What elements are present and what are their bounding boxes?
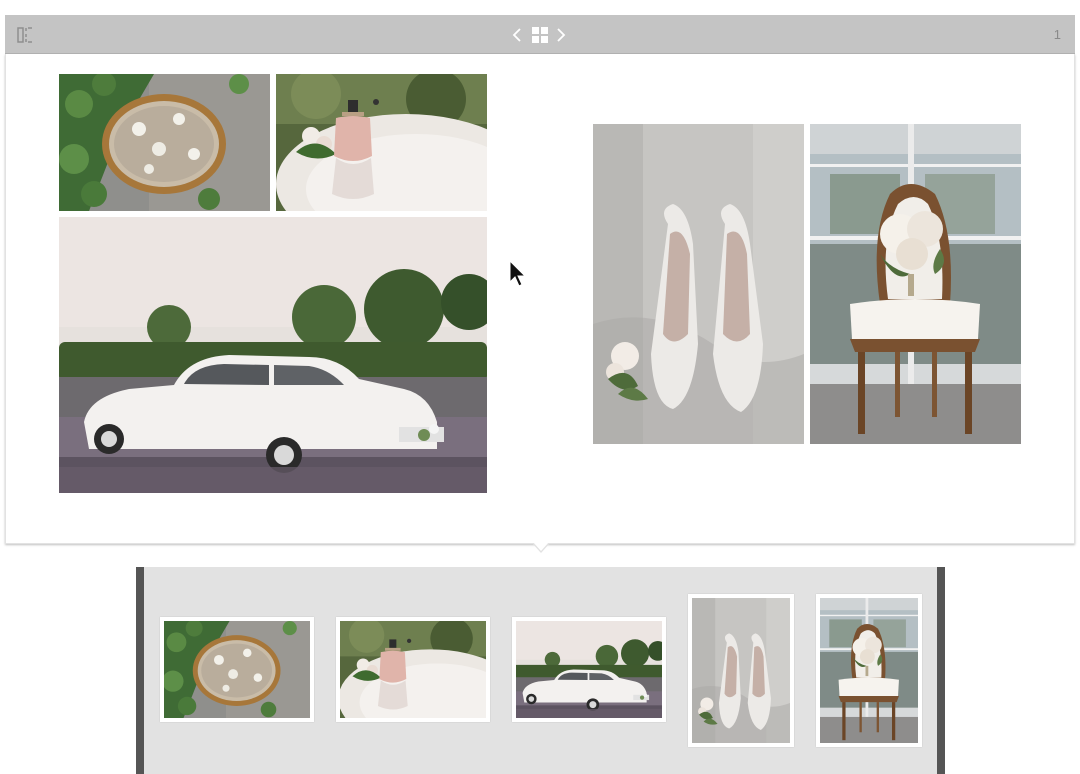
spread-photo-perfume[interactable] — [276, 74, 487, 211]
spread-toolbar: 1 — [5, 15, 1075, 54]
grid-icon — [532, 26, 548, 43]
tray-thumbnail — [164, 621, 310, 718]
filmstrip-thumb-shoes[interactable] — [688, 594, 794, 747]
spread-photo-car[interactable] — [59, 217, 487, 493]
photo-filmstrip[interactable] — [136, 567, 945, 774]
chair-photo — [810, 124, 1021, 444]
panel-toggle-button[interactable] — [13, 15, 37, 54]
page-number: 1 — [1053, 27, 1061, 42]
chevron-right-icon — [557, 27, 566, 42]
shoes-photo — [593, 124, 804, 444]
chair-thumbnail — [820, 598, 918, 743]
car-thumbnail — [516, 621, 662, 718]
previous-spread-button[interactable] — [509, 15, 525, 54]
photo-book-editor: 1 — [0, 0, 1080, 774]
car-photo — [59, 217, 487, 493]
filmstrip-thumb-perfume[interactable] — [336, 617, 490, 722]
tray-photo — [59, 74, 270, 211]
spread-photo-tray[interactable] — [59, 74, 270, 211]
filmstrip-thumb-chair[interactable] — [816, 594, 922, 747]
filmstrip-thumb-car[interactable] — [512, 617, 666, 722]
perfume-thumbnail — [340, 621, 486, 718]
next-spread-button[interactable] — [553, 15, 569, 54]
spread-photo-chair[interactable] — [810, 124, 1021, 444]
grid-view-button[interactable] — [529, 15, 551, 54]
filmstrip-thumb-tray[interactable] — [160, 617, 314, 722]
mouse-cursor-icon — [509, 260, 527, 287]
spread-photo-shoes[interactable] — [593, 124, 804, 444]
chevron-left-icon — [512, 27, 521, 42]
panel-toggle-icon — [17, 26, 32, 43]
shoes-thumbnail — [692, 598, 790, 743]
perfume-photo — [276, 74, 487, 211]
